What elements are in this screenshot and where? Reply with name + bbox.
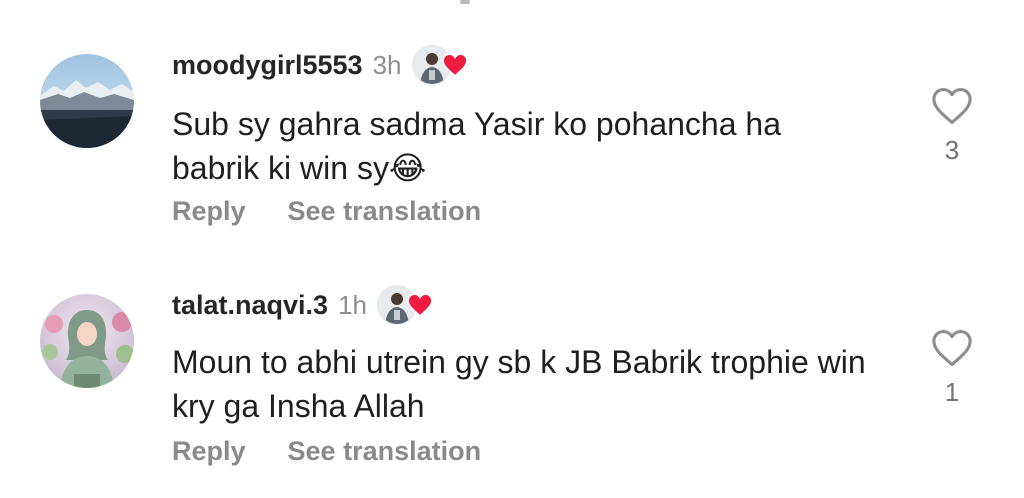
comment-username[interactable]: moodygirl5553 [172, 50, 363, 81]
like-count: 1 [944, 377, 960, 407]
like-count: 3 [944, 135, 960, 165]
like-heart-icon[interactable] [931, 329, 973, 367]
comment-time: 1h [338, 289, 367, 320]
creator-heart-icon [407, 293, 433, 317]
like-heart-icon[interactable] [931, 87, 973, 125]
mountain-landscape-avatar[interactable] [40, 54, 134, 148]
comments-panel: moodygirl5553 3h Sub sy gahra sadma Yasi… [0, 0, 1024, 498]
reply-button[interactable]: Reply [172, 196, 246, 227]
creator-liked-badge [376, 285, 433, 325]
creator-liked-badge [411, 45, 468, 85]
comment-text: Moun to abhi utrein gy sb k JB Babrik tr… [172, 344, 866, 424]
comment-time: 3h [372, 49, 402, 80]
see-translation-button[interactable]: See translation [288, 436, 482, 467]
comment-text: Sub sy gahra sadma Yasir ko pohancha ha … [172, 106, 781, 186]
scroll-indicator [460, 0, 470, 4]
creator-heart-icon [441, 53, 468, 77]
see-translation-button[interactable]: See translation [288, 196, 482, 227]
comment-username[interactable]: talat.naqvi.3 [172, 290, 328, 321]
reply-button[interactable]: Reply [172, 436, 246, 467]
hijab-girl-avatar[interactable] [40, 294, 134, 388]
